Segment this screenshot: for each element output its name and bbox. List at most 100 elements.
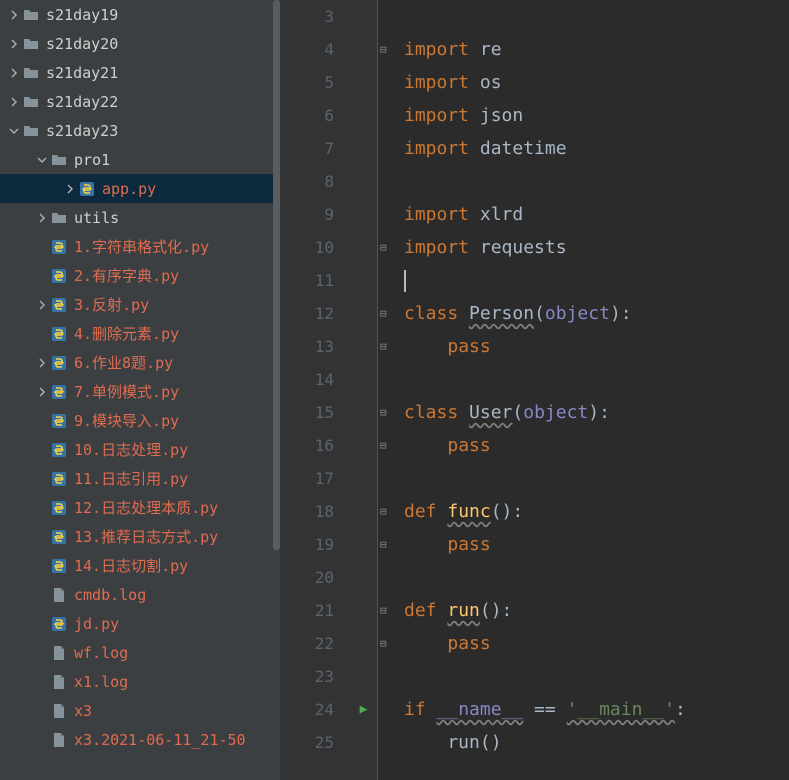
fold-toggle-icon[interactable] xyxy=(378,528,398,561)
code-line[interactable]: import requests xyxy=(404,231,789,264)
tree-item[interactable]: jd.py xyxy=(0,609,280,638)
code-token: pass xyxy=(447,336,490,357)
tree-item[interactable]: utils xyxy=(0,203,280,232)
chevron-right-icon[interactable] xyxy=(34,355,50,371)
fold-toggle-icon[interactable] xyxy=(378,297,398,330)
tree-item[interactable]: x3.2021-06-11_21-50 xyxy=(0,725,280,754)
tree-item[interactable]: wf.log xyxy=(0,638,280,667)
chevron-right-icon[interactable] xyxy=(6,65,22,81)
tree-item[interactable]: s21day20 xyxy=(0,29,280,58)
fold-toggle-icon[interactable] xyxy=(378,495,398,528)
tree-item[interactable]: 10.日志处理.py xyxy=(0,435,280,464)
arrow-spacer xyxy=(34,268,50,284)
chevron-right-icon[interactable] xyxy=(6,36,22,52)
python-file-icon xyxy=(50,615,68,633)
tree-item[interactable]: s21day22 xyxy=(0,87,280,116)
fold-toggle-icon[interactable] xyxy=(378,330,398,363)
folder-icon xyxy=(22,6,40,24)
fold-toggle-icon[interactable] xyxy=(378,396,398,429)
code-line[interactable]: pass xyxy=(404,429,789,462)
code-line[interactable]: class Person(object): xyxy=(404,297,789,330)
tree-item[interactable]: s21day21 xyxy=(0,58,280,87)
chevron-down-icon[interactable] xyxy=(34,152,50,168)
code-token xyxy=(404,435,447,456)
tree-item-label: s21day20 xyxy=(46,35,118,53)
arrow-spacer xyxy=(34,529,50,545)
code-line[interactable]: run() xyxy=(404,726,789,759)
code-area[interactable]: import reimport osimport jsonimport date… xyxy=(398,0,789,780)
tree-item[interactable]: s21day23 xyxy=(0,116,280,145)
code-token: run xyxy=(447,600,480,621)
line-number: 18 xyxy=(280,495,334,528)
file-icon xyxy=(50,673,68,691)
run-gutter-icon[interactable]: ▶ xyxy=(360,693,368,726)
tree-item[interactable]: 1.字符串格式化.py xyxy=(0,232,280,261)
chevron-right-icon[interactable] xyxy=(6,7,22,23)
chevron-right-icon[interactable] xyxy=(62,181,78,197)
line-number: 5 xyxy=(280,66,334,99)
line-number: 19 xyxy=(280,528,334,561)
chevron-right-icon[interactable] xyxy=(34,210,50,226)
code-line[interactable]: import datetime xyxy=(404,132,789,165)
code-line[interactable] xyxy=(404,264,789,297)
code-line[interactable] xyxy=(404,660,789,693)
fold-toggle-icon[interactable] xyxy=(378,231,398,264)
tree-item[interactable]: 4.删除元素.py xyxy=(0,319,280,348)
code-line[interactable] xyxy=(404,0,789,33)
line-number: 9 xyxy=(280,198,334,231)
tree-item[interactable]: 7.单例模式.py xyxy=(0,377,280,406)
chevron-down-icon[interactable] xyxy=(6,123,22,139)
arrow-spacer xyxy=(34,616,50,632)
tree-item[interactable]: 12.日志处理本质.py xyxy=(0,493,280,522)
fold-toggle-icon[interactable] xyxy=(378,33,398,66)
code-line[interactable]: pass xyxy=(404,627,789,660)
tree-item[interactable]: s21day19 xyxy=(0,0,280,29)
chevron-right-icon[interactable] xyxy=(34,297,50,313)
code-line[interactable] xyxy=(404,561,789,594)
code-token: ): xyxy=(610,303,632,324)
code-line[interactable]: if __name__ == '__main__': xyxy=(404,693,789,726)
tree-item[interactable]: 14.日志切割.py xyxy=(0,551,280,580)
tree-item[interactable]: 11.日志引用.py xyxy=(0,464,280,493)
code-token: re xyxy=(480,39,502,60)
tree-item[interactable]: app.py xyxy=(0,174,280,203)
code-token: class xyxy=(404,303,469,324)
chevron-right-icon[interactable] xyxy=(34,384,50,400)
tree-item[interactable]: 6.作业8题.py xyxy=(0,348,280,377)
tree-item[interactable]: 2.有序字典.py xyxy=(0,261,280,290)
code-token: xlrd xyxy=(480,204,523,225)
tree-item-label: pro1 xyxy=(74,151,110,169)
python-file-icon xyxy=(50,470,68,488)
code-line[interactable]: def run(): xyxy=(404,594,789,627)
code-line[interactable]: import os xyxy=(404,66,789,99)
python-file-icon xyxy=(78,180,96,198)
code-line[interactable] xyxy=(404,165,789,198)
code-line[interactable] xyxy=(404,363,789,396)
code-line[interactable]: class User(object): xyxy=(404,396,789,429)
code-line[interactable]: pass xyxy=(404,528,789,561)
tree-item-label: x3 xyxy=(74,702,92,720)
sidebar-scrollbar-thumb[interactable] xyxy=(273,0,280,550)
code-line[interactable] xyxy=(404,462,789,495)
tree-item[interactable]: cmdb.log xyxy=(0,580,280,609)
chevron-right-icon[interactable] xyxy=(6,94,22,110)
fold-toggle-icon[interactable] xyxy=(378,594,398,627)
code-line[interactable]: pass xyxy=(404,330,789,363)
tree-item[interactable]: pro1 xyxy=(0,145,280,174)
code-token xyxy=(404,336,447,357)
tree-item[interactable]: 9.模块导入.py xyxy=(0,406,280,435)
arrow-spacer xyxy=(34,645,50,661)
code-line[interactable]: import xlrd xyxy=(404,198,789,231)
fold-toggle-icon[interactable] xyxy=(378,429,398,462)
code-line[interactable]: import re xyxy=(404,33,789,66)
tree-item[interactable]: 13.推荐日志方式.py xyxy=(0,522,280,551)
arrow-spacer xyxy=(34,732,50,748)
tree-item-label: x1.log xyxy=(74,673,128,691)
tree-item[interactable]: x1.log xyxy=(0,667,280,696)
tree-item[interactable]: 3.反射.py xyxy=(0,290,280,319)
tree-item[interactable]: x3 xyxy=(0,696,280,725)
code-line[interactable]: def func(): xyxy=(404,495,789,528)
code-editor[interactable]: 345678910111213141516171819202122232425 … xyxy=(280,0,789,780)
fold-toggle-icon[interactable] xyxy=(378,627,398,660)
code-line[interactable]: import json xyxy=(404,99,789,132)
